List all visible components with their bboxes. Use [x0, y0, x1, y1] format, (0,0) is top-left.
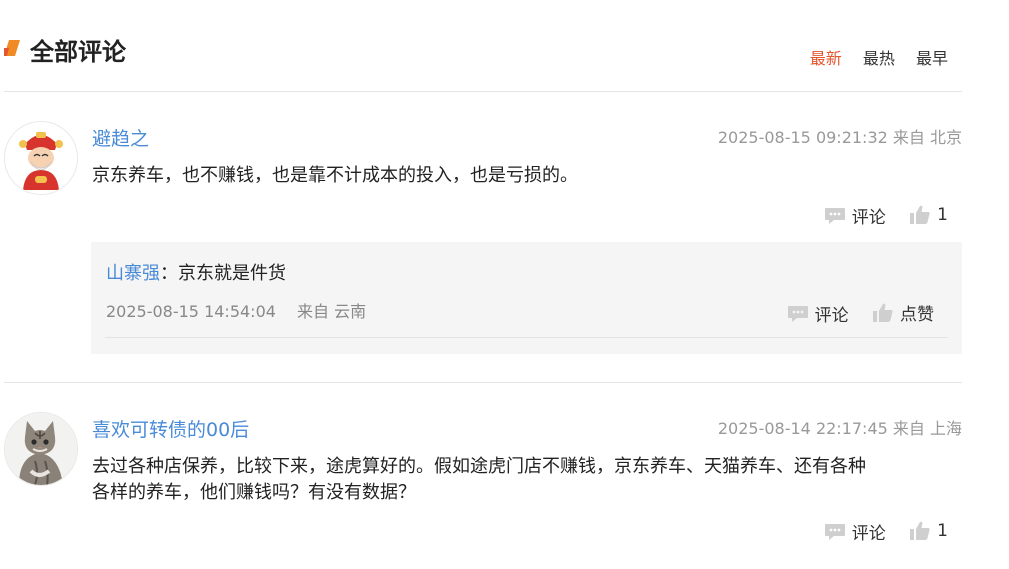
avatar[interactable]: [4, 121, 78, 195]
comment-meta: 2025-08-15 09:21:32 来自 北京: [718, 124, 962, 148]
thumbs-up-icon: [910, 205, 930, 224]
sort-tab-newest[interactable]: 最新: [810, 49, 842, 68]
comment-item: 喜欢可转债的00后 2025-08-14 22:17:45 来自 上海 去过各种…: [0, 412, 962, 562]
comment-username[interactable]: 喜欢可转债的00后: [92, 415, 249, 442]
comment-icon: [824, 523, 845, 540]
comments-header: 全部评论 最新 最热 最早: [0, 28, 962, 68]
reply-actions: 评论 点赞: [769, 300, 934, 328]
comment-location: 来自 北京: [892, 128, 962, 147]
reply-text: 山寨强：京东就是件货: [106, 259, 286, 285]
section-mark-icon: [4, 40, 20, 56]
reply-meta: 2025-08-15 14:54:04 来自 云南: [106, 298, 366, 322]
divider: [4, 382, 962, 383]
like-button[interactable]: 1: [909, 521, 948, 541]
reply-username[interactable]: 山寨强: [106, 263, 160, 284]
reply-comment-button[interactable]: 评论: [787, 301, 849, 326]
comment-button-label: 评论: [851, 524, 886, 544]
comment-button[interactable]: 评论: [824, 203, 886, 228]
reply-like-button[interactable]: 点赞: [872, 300, 934, 325]
comment-meta: 2025-08-14 22:17:45 来自 上海: [718, 415, 962, 439]
reply-box: 山寨强：京东就是件货 2025-08-15 14:54:04 来自 云南 评论 …: [91, 242, 962, 354]
avatar[interactable]: [4, 412, 78, 486]
comment-text: 京东养车，也不赚钱，也是靠不计成本的投入，也是亏损的。: [92, 165, 578, 186]
comment-location: 来自 上海: [892, 419, 962, 438]
comment-username[interactable]: 避趋之: [92, 124, 149, 151]
reply-divider: [105, 337, 948, 338]
page-title: 全部评论: [30, 38, 126, 66]
reply-content: ：京东就是件货: [160, 263, 286, 284]
like-count: 1: [937, 520, 948, 541]
reply-comment-label: 评论: [814, 306, 849, 326]
comment-text-line: 各样的养车，他们赚钱吗？有没有数据？: [92, 482, 416, 503]
sort-tab-earliest[interactable]: 最早: [916, 49, 948, 68]
thumbs-up-icon: [873, 303, 893, 322]
sort-tab-hottest[interactable]: 最热: [863, 49, 895, 68]
comment-time: 2025-08-15 09:21:32: [717, 128, 888, 147]
reply-like-label: 点赞: [900, 305, 934, 325]
avatar-image: [5, 122, 77, 194]
comment-button[interactable]: 评论: [824, 519, 886, 544]
comment-actions: 评论 1: [806, 203, 948, 230]
divider: [4, 91, 962, 92]
sort-tabs: 最新 最热 最早: [794, 45, 948, 69]
thumbs-up-icon: [910, 521, 930, 540]
reply-time: 2025-08-15 14:54:04: [106, 302, 276, 321]
comment-actions: 评论 1: [806, 519, 948, 546]
comment-icon: [787, 305, 808, 322]
comment-text: 去过各种店保养，比较下来，途虎算好的。假如途虎门店不赚钱，京东养车、天猫养车、还…: [92, 454, 952, 506]
like-count: 1: [937, 204, 948, 225]
like-button[interactable]: 1: [909, 205, 948, 225]
reply-location: 来自 云南: [297, 302, 367, 321]
comment-icon: [824, 207, 845, 224]
comment-time: 2025-08-14 22:17:45: [717, 419, 888, 438]
comment-text-line: 去过各种店保养，比较下来，途虎算好的。假如途虎门店不赚钱，京东养车、天猫养车、还…: [92, 456, 866, 477]
comment-button-label: 评论: [851, 208, 886, 228]
avatar-image: [5, 413, 77, 485]
comment-item: 避趋之 2025-08-15 09:21:32 来自 北京 京东养车，也不赚钱，…: [0, 120, 962, 360]
